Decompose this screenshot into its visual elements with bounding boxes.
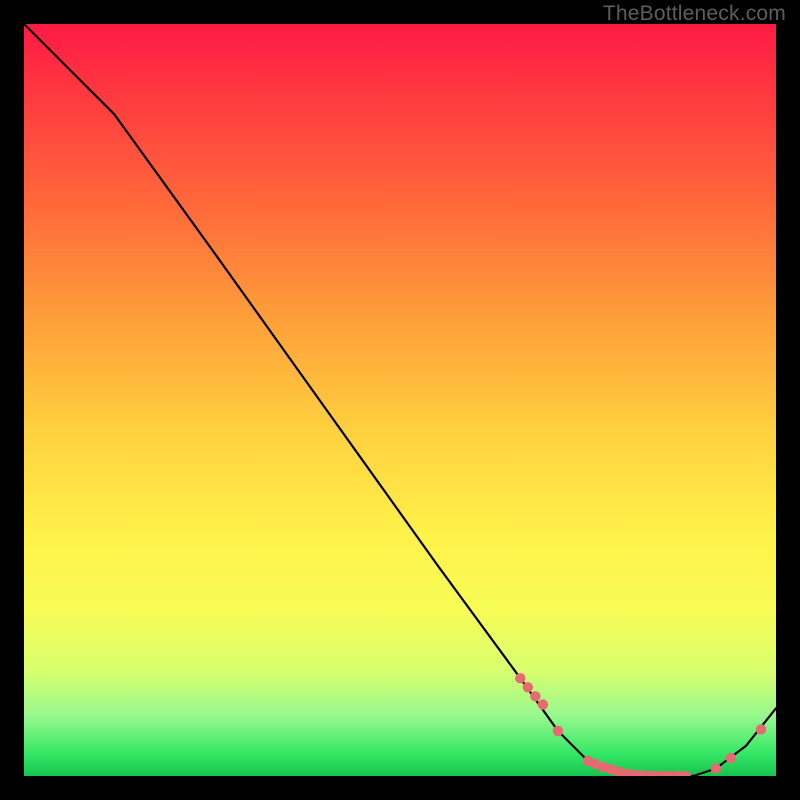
watermark-text: TheBottleneck.com (603, 2, 786, 26)
chart-frame: TheBottleneck.com (0, 0, 800, 800)
plot-gradient-background (24, 24, 776, 776)
